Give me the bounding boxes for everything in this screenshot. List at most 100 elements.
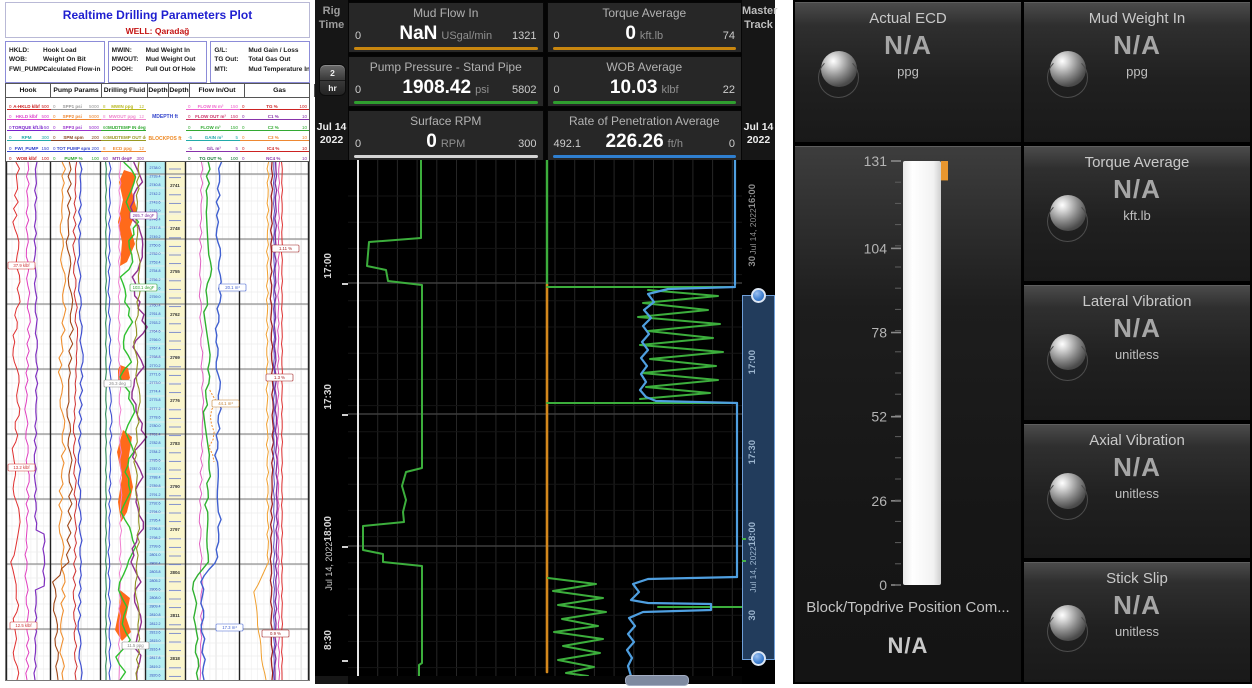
scale-cell: 0NC4 %10 [240,151,309,162]
svg-text:52: 52 [871,409,887,425]
svg-text:2801.0: 2801.0 [150,553,161,557]
svg-text:2753.4: 2753.4 [150,261,161,265]
svg-text:1.11 %: 1.11 % [279,246,292,251]
selection-handle-bottom[interactable] [751,651,766,666]
block-position-scale-label: BLOCKPOS ft [143,136,187,142]
svg-text:2783: 2783 [170,441,180,446]
svg-text:2810.8: 2810.8 [150,613,161,617]
gauge-max: 74 [695,30,735,42]
svg-text:12.5 klbf: 12.5 klbf [15,623,32,628]
gauge-max: 0 [695,138,735,150]
selection-handle-top[interactable] [751,288,766,303]
scale-cell: 0TG %100 [240,99,309,110]
gauge-unit: ft/h [668,138,683,150]
time-axis-label: 8:30 [323,630,335,650]
svg-text:2777.2: 2777.2 [150,407,161,411]
legend-key: TG Out: [214,56,248,63]
svg-text:2815.0: 2815.0 [150,639,161,643]
gauge-min: 0 [554,30,594,42]
svg-text:2763.2: 2763.2 [150,321,161,325]
svg-text:2782.8: 2782.8 [150,441,161,445]
scale-cell: 0TG OUT %100 [186,151,240,162]
gauge-value: 10.03 [610,77,658,98]
gauge-scale-bar [553,155,737,158]
gauge-title: Pump Pressure - Stand Pipe [349,60,543,74]
svg-text:2817.8: 2817.8 [150,656,161,660]
gauge-title: Rate of Penetration Average [548,114,742,128]
svg-text:78: 78 [871,325,887,341]
scale-cell: 0A-HKLD klbf500 [7,99,51,110]
track-header-0: Hook [6,84,51,97]
svg-text:2805.2: 2805.2 [150,579,161,583]
legend-value: Mud Weight In [146,47,190,54]
svg-text:2795.4: 2795.4 [150,519,161,523]
svg-text:2788.4: 2788.4 [150,476,161,480]
event-tick-icon [742,538,746,540]
svg-text:2778.6: 2778.6 [150,415,161,419]
svg-text:2799.6: 2799.6 [150,544,161,548]
scale-cell: 0SPP3 psi5000 [51,120,101,131]
tile-title: Axial Vibration [1024,432,1250,449]
legend-key: G/L: [214,47,248,54]
scale-cell: 8ECD ppg12 [101,141,146,152]
track-header-6: Gas [245,84,315,97]
legend-row: G/L:Mud Gain / Loss [214,47,306,54]
tile-title: Mud Weight In [1024,10,1250,27]
master-track-column: Master Track Jul 14 2022 Jul 14, 202216:… [742,0,775,684]
svg-text:37.9 klbf: 37.9 klbf [13,263,30,268]
svg-text:2791.2: 2791.2 [150,493,161,497]
gauge-max: 22 [695,84,735,96]
svg-text:2739.4: 2739.4 [150,175,161,179]
gauge-value: 0 [625,23,636,44]
gauge-title: WOB Average [548,60,742,74]
svg-text:2806.6: 2806.6 [150,587,161,591]
track-header-4: Depth [169,84,190,97]
scale-cell: 0C3 %10 [240,130,309,141]
svg-text:2767.4: 2767.4 [150,347,161,351]
scale-cell: 0WOB klbf100 [7,151,51,162]
scale-cell: 8MWOUT ppg12 [101,109,146,120]
svg-text:2808.0: 2808.0 [150,596,161,600]
scale-cell: 8MWIN ppg12 [101,99,146,110]
svg-text:2755: 2755 [170,269,180,274]
svg-text:2766.0: 2766.0 [150,338,161,342]
svg-text:2816.4: 2816.4 [150,648,161,652]
svg-text:2738.0: 2738.0 [150,166,161,170]
page-title: Realtime Drilling Parameters Plot [6,3,309,22]
master-selection-label: 17:00 [748,350,759,374]
rig-time-column: Rig Time 2 hr Jul 14 2022 17:0017:30Jul … [315,0,348,684]
gauge-scale-bar [354,155,538,158]
strip-chart[interactable] [348,160,742,676]
gauge-row-0: Mud Flow In0NaNUSgal/min1321Torque Avera… [348,2,742,53]
svg-text:2750.6: 2750.6 [150,243,161,247]
gauge-min: 0 [554,84,594,96]
gauge-scale-bar [354,101,538,104]
gauge-header: Mud Flow In0NaNUSgal/min1321Torque Avera… [348,2,742,164]
block-position-gauge: 1311047852260 Block/Topdrive Position Co… [795,146,1021,682]
horizontal-scrollbar-thumb[interactable] [625,675,689,686]
gauge-min: 0 [355,138,395,150]
svg-text:2760.4: 2760.4 [150,304,161,308]
parameter-tiles-panel: Actual ECD N/A ppg Mud Weight In N/A ppg… [793,0,1252,684]
track-header-1: Pump Params [51,84,102,97]
gauge-mud-flow-in: Mud Flow In0NaNUSgal/min1321 [348,2,544,53]
legend-value: Pull Out Of Hole [146,66,196,73]
svg-text:2761.8: 2761.8 [150,312,161,316]
scale-cell: 60MUDTEMP IN degF300 [101,120,146,131]
sphere-ring-icon [1047,340,1088,381]
tile-lateral-vibration: Lateral Vibration N/A unitless [1024,285,1250,420]
svg-text:2792.6: 2792.6 [150,501,161,505]
tile-torque-average: Torque Average N/A kft.lb [1024,146,1250,281]
svg-text:2774.4: 2774.4 [150,390,161,394]
svg-text:2784.2: 2784.2 [150,450,161,454]
tile-stick-slip: Stick Slip N/A unitless [1024,562,1250,682]
master-track-axis: Jul 14, 202216:003017:0017:30Jul 14, 202… [742,160,775,684]
master-axis-label: Jul 14, 202216:00 [748,184,759,255]
interval-2hr-button[interactable]: 2 hr [319,64,346,96]
legend-key: MWOUT: [112,56,146,63]
scale-cell: 0FWI_PUMP150 [7,141,51,152]
svg-text:2775.8: 2775.8 [150,398,161,402]
svg-text:2794.0: 2794.0 [150,510,161,514]
svg-text:26: 26 [871,493,887,509]
svg-text:2818: 2818 [170,656,180,661]
